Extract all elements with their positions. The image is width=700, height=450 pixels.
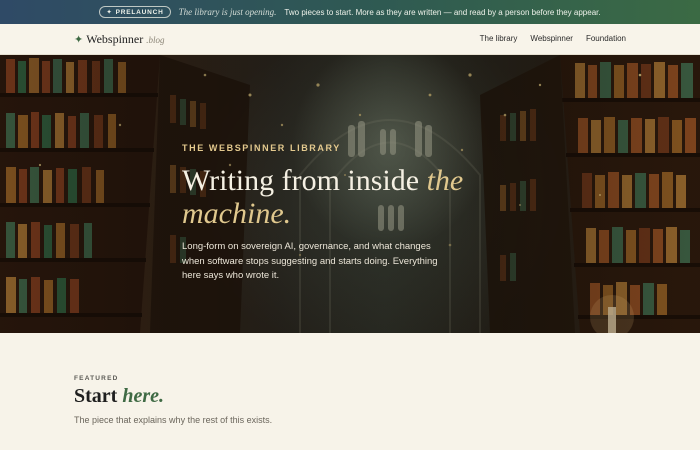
announcement-bar: ✦ PRELAUNCH The library is just opening.… — [0, 0, 700, 24]
nav-links: The library Webspinner Foundation — [480, 34, 626, 43]
hero-title: Writing from inside the machine. — [182, 164, 464, 230]
nav-link-webspinner[interactable]: Webspinner — [530, 34, 573, 43]
brand-logo[interactable]: ✦ Webspinner .blog — [74, 32, 165, 47]
hero-description: Long-form on sovereign AI, governance, a… — [182, 241, 438, 281]
brand-name: Webspinner — [86, 32, 144, 46]
featured-section: FEATURED Start here. The piece that expl… — [74, 375, 272, 425]
brand-suffix: .blog — [146, 35, 165, 45]
hero-eyebrow: THE WEBSPINNER LIBRARY — [182, 143, 341, 153]
featured-subtitle: The piece that explains why the rest of … — [74, 415, 273, 425]
hero-content: THE WEBSPINNER LIBRARY Writing from insi… — [182, 143, 502, 284]
sparkle-icon: ✦ — [106, 9, 113, 16]
star-icon: ✦ — [74, 34, 84, 46]
prelaunch-badge: ✦ PRELAUNCH — [99, 6, 171, 18]
hero-banner: THE WEBSPINNER LIBRARY Writing from insi… — [0, 55, 700, 333]
featured-label: FEATURED — [74, 375, 119, 382]
featured-heading: Start here. — [74, 385, 164, 407]
announcement-tagline: The library is just opening. — [178, 7, 277, 17]
nav-link-library[interactable]: The library — [480, 34, 518, 43]
nav-link-foundation[interactable]: Foundation — [586, 34, 626, 43]
top-nav: ✦ Webspinner .blog The library Webspinne… — [0, 24, 700, 55]
announcement-message: Two pieces to start. More as they are wr… — [284, 7, 601, 17]
